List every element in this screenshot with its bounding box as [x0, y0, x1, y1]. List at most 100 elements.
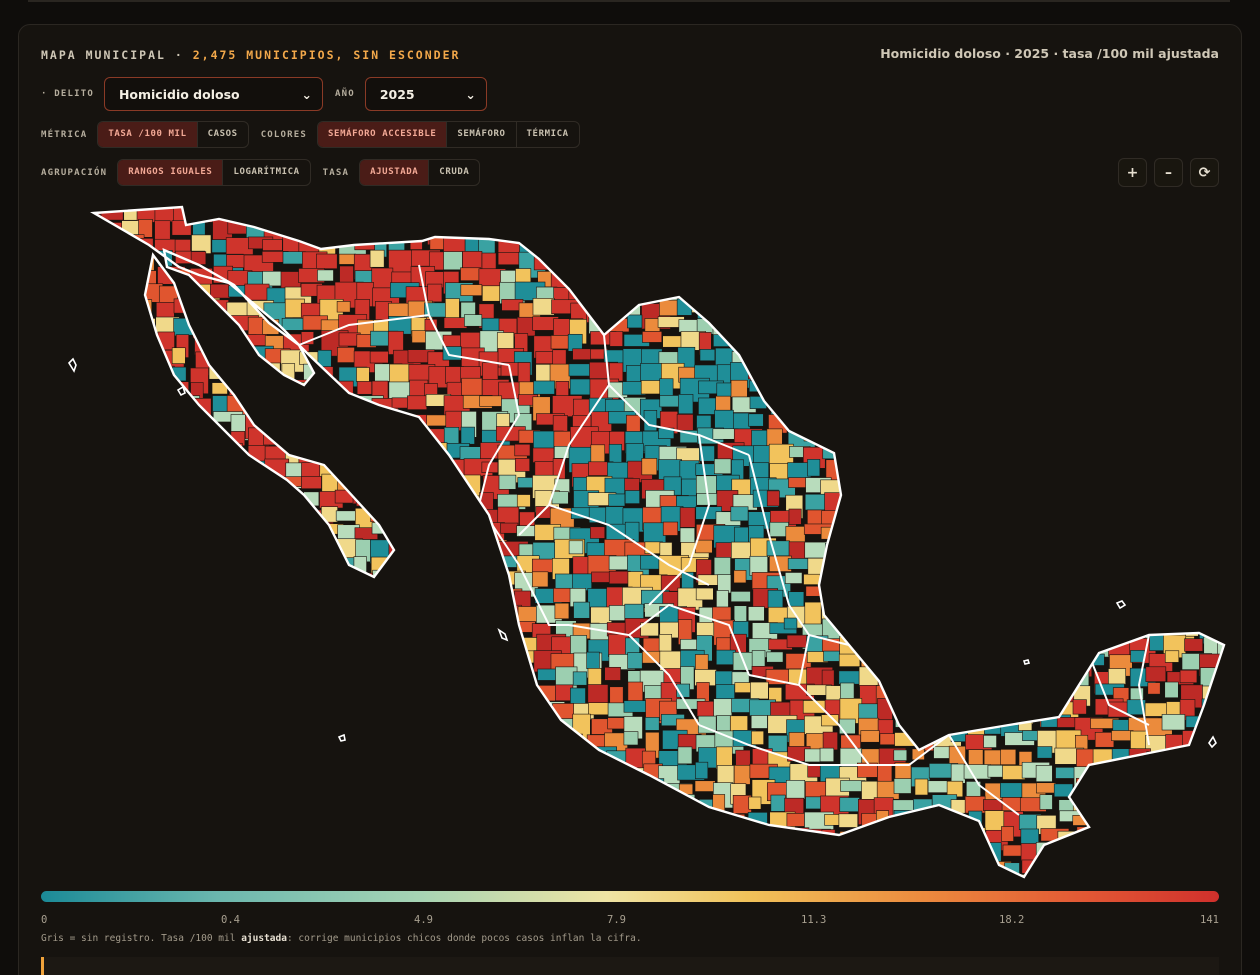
municipio-cell: [1161, 714, 1186, 731]
municipio-cell: [1184, 638, 1204, 652]
municipio-cell: [459, 446, 482, 460]
reset-view-button[interactable]: ⟳: [1190, 158, 1219, 187]
municipio-cell: [839, 797, 860, 812]
legend-tick: 18.2: [999, 914, 1025, 926]
municipio-cell: [498, 474, 517, 490]
legend-tick: 0.4: [221, 914, 240, 926]
municipio-cell: [1000, 749, 1017, 766]
municipio-cell: [262, 239, 283, 251]
municipio-cell: [460, 426, 475, 445]
municipio-cell: [1035, 765, 1053, 783]
municipio-cell: [644, 318, 661, 332]
zoom-in-button[interactable]: +: [1118, 158, 1147, 187]
municipio-cell: [714, 458, 732, 475]
metrica-colores-row: MÉTRICA TASA /100 MIL CASOS COLORES SEMÁ…: [41, 121, 592, 148]
municipio-cell: [356, 367, 370, 383]
municipio-cell: [568, 540, 584, 555]
municipio-cell: [532, 447, 555, 463]
municipio-cell: [1002, 765, 1026, 780]
municipio-cell: [569, 378, 591, 396]
municipio-cell: [715, 649, 736, 666]
municipio-cell: [840, 682, 855, 700]
colores-option-semaforo[interactable]: SEMÁFORO: [447, 122, 517, 147]
municipio-cell: [604, 666, 621, 681]
municipal-choropleth-map[interactable]: [49, 205, 1229, 885]
delito-select[interactable]: Homicidio doloso ⌄: [103, 77, 323, 111]
map-subtitle: Homicidio doloso · 2025 · tasa /100 mil …: [880, 46, 1219, 61]
municipio-cell: [336, 301, 351, 313]
title-highlight: 2,475 MUNICIPIOS, SIN ESCONDER: [192, 48, 461, 62]
metrica-toggle: TASA /100 MIL CASOS: [97, 121, 249, 148]
municipio-cell: [461, 377, 483, 396]
agrupacion-option-log[interactable]: LOGARÍTMICA: [223, 160, 309, 185]
municipio-cell: [608, 362, 624, 382]
municipio-cell: [678, 394, 694, 415]
municipio-cell: [551, 491, 569, 505]
tasa-option-cruda[interactable]: CRUDA: [429, 160, 479, 185]
municipio-cell: [481, 252, 497, 272]
municipio-cell: [662, 521, 679, 536]
municipio-cell: [1020, 828, 1040, 845]
municipio-cell: [786, 813, 805, 827]
legend-ticks: 0 0.4 4.9 7.9 11.3 18.2 141: [41, 914, 1219, 928]
municipio-cell: [983, 749, 1002, 766]
top-divider: [28, 0, 1230, 2]
municipio-cell: [786, 780, 806, 800]
municipio-cell: [191, 234, 212, 254]
municipio-cell: [627, 314, 643, 329]
agrupacion-toggle: RANGOS IGUALES LOGARÍTMICA: [117, 159, 311, 186]
municipio-cell: [1002, 844, 1024, 857]
municipio-cell: [171, 347, 186, 364]
metrica-option-tasa[interactable]: TASA /100 MIL: [98, 122, 198, 147]
municipio-cell: [1036, 746, 1053, 759]
municipio-cell: [317, 269, 334, 282]
municipio-cell: [694, 539, 713, 554]
delito-value: Homicidio doloso: [118, 86, 240, 102]
municipio-cell: [950, 763, 966, 784]
agrupacion-option-rangos[interactable]: RANGOS IGUALES: [118, 160, 224, 185]
municipio-cell: [823, 650, 840, 662]
map-card: MAPA MUNICIPAL · 2,475 MUNICIPIOS, SIN E…: [18, 24, 1242, 975]
municipio-cell: [337, 347, 355, 363]
municipio-cell: [750, 681, 769, 700]
municipio-cell: [1001, 826, 1014, 842]
municipio-cell: [1072, 699, 1087, 715]
municipio-cell: [699, 349, 716, 362]
municipio-cell: [839, 718, 856, 735]
municipio-cell: [838, 670, 861, 685]
municipio-cell: [964, 795, 986, 814]
legend-tick: 11.3: [801, 914, 827, 926]
anio-select[interactable]: 2025 ⌄: [364, 77, 487, 111]
reset-icon: ⟳: [1198, 164, 1211, 181]
colores-option-semaforo-accesible[interactable]: SEMÁFORO ACCESIBLE: [318, 122, 448, 147]
municipio-cell: [679, 507, 696, 528]
zoom-out-button[interactable]: –: [1154, 158, 1183, 187]
map-title: MAPA MUNICIPAL · 2,475 MUNICIPIOS, SIN E…: [41, 48, 460, 62]
municipio-cell: [733, 570, 747, 584]
legend-tick: 7.9: [607, 914, 626, 926]
municipio-cell: [770, 794, 786, 812]
municipio-cell: [1147, 682, 1161, 695]
metrica-option-casos[interactable]: CASOS: [198, 122, 248, 147]
legend-tick: 141: [1200, 914, 1219, 926]
municipio-cell: [788, 508, 802, 525]
municipio-cell: [624, 490, 640, 504]
legend-tick: 4.9: [414, 914, 433, 926]
municipio-cell: [339, 265, 354, 285]
tasa-option-ajustada[interactable]: AJUSTADA: [360, 160, 430, 185]
municipio-cell: [500, 522, 519, 534]
municipio-cell: [877, 719, 894, 736]
chevron-down-icon: ⌄: [301, 86, 312, 102]
tasa-label: TASA: [322, 167, 350, 178]
delito-label: · DELITO: [41, 89, 94, 99]
anio-value: 2025: [379, 86, 415, 102]
municipio-cell: [514, 443, 531, 457]
title-prefix: MAPA MUNICIPAL ·: [41, 48, 184, 62]
municipio-cell: [460, 284, 483, 296]
municipio-cell: [861, 780, 880, 800]
municipio-cell: [356, 381, 373, 395]
chevron-down-icon: ⌄: [465, 86, 476, 102]
municipio-cell: [676, 414, 694, 432]
colores-option-termica[interactable]: TÉRMICA: [517, 122, 579, 147]
municipio-cell: [587, 588, 608, 608]
